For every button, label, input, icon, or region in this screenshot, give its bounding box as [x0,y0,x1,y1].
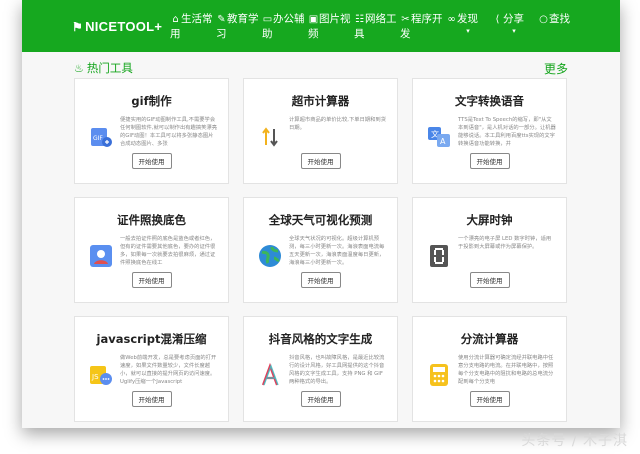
wrench-icon: ✂ [401,14,410,25]
sort-arrows-icon [258,125,282,149]
card-body: 一个漂亮的电子屏 LED 数字时钟，适用于投影到大屏幕或作为屏幕保护。 [413,235,566,268]
js-icon: JS [89,363,113,387]
globe-icon [258,244,282,268]
card-description: 一般去拍证件照的底色是蓝色或者红色，但有的证件需要其他底色，要办的证件很多，如果… [120,236,216,266]
nav-menu: ⌂ 生活常用 ✎教育学习 ▭办公辅助 ▣图片视频 ☷网络工具 ✂程序开发 ∞发现 ▾ ⟨ 分享 ▾ ○查… [168,0,582,42]
logo-mark-icon: ⚑ [72,20,84,34]
card-body: 使用分流计算器可确定流经并联电路中任意分支电路的电流。在并联电路中，按照每个分支… [413,354,566,387]
card-body: JS 做Web前端开发，总是要考虑页面的打开速度，如果文件数量较少，文件长度越小，… [75,354,228,387]
card-description: 一个漂亮的电子屏 LED 数字时钟，适用于投影到大屏幕或作为屏幕保护。 [458,236,552,250]
card-description: 抖音风格，也叫故障风格，是最近比较流行的设计风格，好工具网提供的这个抖音风格的文… [289,355,385,385]
nav-item-search[interactable]: ○查找 [536,0,582,42]
card-body: 全球天气状况的可视化。超级计算机预测，每三小时更新一次。海浪表面电流每五天更新一… [244,235,397,268]
nav-item-graduation[interactable]: ✎教育学习 [214,0,260,42]
card-description: 计算超市商品的单价比较,下单日期和到货日期。 [289,117,387,131]
nav-item-home[interactable]: ⌂ 生活常用 [168,0,214,42]
start-button[interactable]: 开始使用 [300,391,341,407]
start-button[interactable]: 开始使用 [300,272,341,288]
start-button[interactable]: 开始使用 [300,153,341,169]
id-card-icon [89,244,113,268]
tool-card[interactable]: 证件照换底色一般去拍证件照的底色是蓝色或者红色，但有的证件需要其他底色，要办的证… [74,197,229,303]
card-body: GIF 便捷实用的GIF动图制作工具,不需要学会任何制图软件,就可以制作出有趣搞笑… [75,116,228,149]
calculator-icon [427,363,451,387]
card-title: 证件照换底色 [117,213,186,227]
gif-icon: GIF [89,125,113,149]
more-link[interactable]: 更多 [544,60,568,77]
card-description: 全球天气状况的可视化。超级计算机预测，每三小时更新一次。海浪表面电流每五天更新一… [289,236,385,266]
card-description: 做Web前端开发，总是要考虑页面的打开速度，如果文件数量较少，文件长度越小，就可… [120,355,217,385]
svg-text:A: A [440,137,446,146]
briefcase-icon: ▭ [262,14,273,25]
nav-item-glasses[interactable]: ∞发现 ▾ [444,0,490,42]
card-title: 全球天气可视化预测 [268,213,373,227]
nav-item-share[interactable]: ⟨ 分享 ▾ [490,0,536,42]
card-body: 文 A TTS是Text To Speech的缩写，即"从文本到语音"，是人机对话的… [413,116,566,149]
flame-icon: ♨ [74,61,84,75]
digital-clock-icon [427,244,451,268]
tool-card[interactable]: 文字转换语音文 A TTS是Text To Speech的缩写，即"从文本到语音"，… [412,78,567,184]
start-button[interactable]: 开始使用 [131,391,172,407]
card-description: 便捷实用的GIF动图制作工具,不需要学会任何制图软件,就可以制作出有趣搞笑漂亮的… [120,117,218,147]
letter-a-icon [258,363,282,387]
tool-card[interactable]: 大屏时钟一个漂亮的电子屏 LED 数字时钟，适用于投影到大屏幕或作为屏幕保护。开… [412,197,567,303]
card-title: 文字转换语音 [455,94,524,108]
start-button[interactable]: 开始使用 [469,272,510,288]
card-description: 使用分流计算器可确定流经并联电路中任意分支电路的电流。在并联电路中，按照每个分支… [458,355,554,385]
card-body: 计算超市商品的单价比较,下单日期和到货日期。 [244,116,397,149]
site-logo[interactable]: ⚑ NICETOOL+ [22,0,164,34]
nav-item-wrench[interactable]: ✂程序开发 [398,0,444,42]
top-navbar: ⚑ NICETOOL+ ⌂ 生活常用 ✎教育学习 ▭办公辅助 ▣图片视频 ☷网络工具 ✂程序开… [22,0,620,52]
glasses-icon: ∞ [447,14,456,25]
card-body: 抖音风格，也叫故障风格，是最近比较流行的设计风格，好工具网提供的这个抖音风格的文… [244,354,397,387]
nav-item-network[interactable]: ☷网络工具 [352,0,398,42]
tool-grid: gif制作 GIF 便捷实用的GIF动图制作工具,不需要学会任何制图软件,就可以制作… [74,78,567,422]
start-button[interactable]: 开始使用 [469,153,510,169]
start-button[interactable]: 开始使用 [131,153,172,169]
tool-card[interactable]: 超市计算器计算超市商品的单价比较,下单日期和到货日期。开始使用 [243,78,398,184]
tool-card[interactable]: gif制作 GIF 便捷实用的GIF动图制作工具,不需要学会任何制图软件,就可以制作… [74,78,229,184]
tool-card[interactable]: javascript混淆压缩 JS 做Web前端开发，总是要考虑页面的打开速度，如果… [74,316,229,422]
watermark: 头条号 / 木子淇 [521,433,628,449]
caret-down-icon: ▾ [512,27,516,35]
caret-down-icon: ▾ [466,27,470,35]
tool-card[interactable]: 抖音风格的文字生成抖音风格，也叫故障风格，是最近比较流行的设计风格，好工具网提供… [243,316,398,422]
section-header: ♨ 热门工具 更多 [74,58,568,78]
svg-text:JS: JS [91,373,99,381]
translate-icon: 文A [427,125,451,149]
browser-window: ⚑ NICETOOL+ ⌂ 生活常用 ✎教育学习 ▭办公辅助 ▣图片视频 ☷网络工具 ✂程序开… [22,0,620,428]
card-title: 大屏时钟 [466,213,513,227]
tool-card[interactable]: 全球天气可视化预测全球天气状况的可视化。超级计算机预测，每三小时更新一次。海浪表… [243,197,398,303]
search-icon: ○ [539,14,548,25]
card-title: 分流计算器 [460,332,519,346]
svg-text:GIF: GIF [93,135,103,142]
home-icon: ⌂ [172,14,179,25]
nav-label: 发现 [457,13,478,25]
card-title: 超市计算器 [291,94,350,108]
nav-label: 查找 [549,13,570,25]
tool-card[interactable]: 分流计算器使用分流计算器可确定流经并联电路中任意分支电路的电流。在并联电路中，按… [412,316,567,422]
start-button[interactable]: 开始使用 [469,391,510,407]
section-title: ♨ 热门工具 [74,61,133,75]
card-body: 一般去拍证件照的底色是蓝色或者红色，但有的证件需要其他底色，要办的证件很多，如果… [75,235,228,268]
network-icon: ☷ [355,14,364,25]
start-button[interactable]: 开始使用 [131,272,172,288]
image-icon: ▣ [308,14,319,25]
nav-label: 分享 [503,13,524,25]
card-description: TTS是Text To Speech的缩写，即"从文本到语音"，是人机对话的一部… [458,117,556,147]
nav-item-briefcase[interactable]: ▭办公辅助 [260,0,306,42]
card-title: gif制作 [131,94,172,108]
card-title: javascript混淆压缩 [96,332,207,346]
graduation-icon: ✎ [217,14,226,25]
card-title: 抖音风格的文字生成 [268,332,373,346]
nav-item-image[interactable]: ▣图片视频 [306,0,352,42]
share-icon: ⟨ [495,14,500,25]
